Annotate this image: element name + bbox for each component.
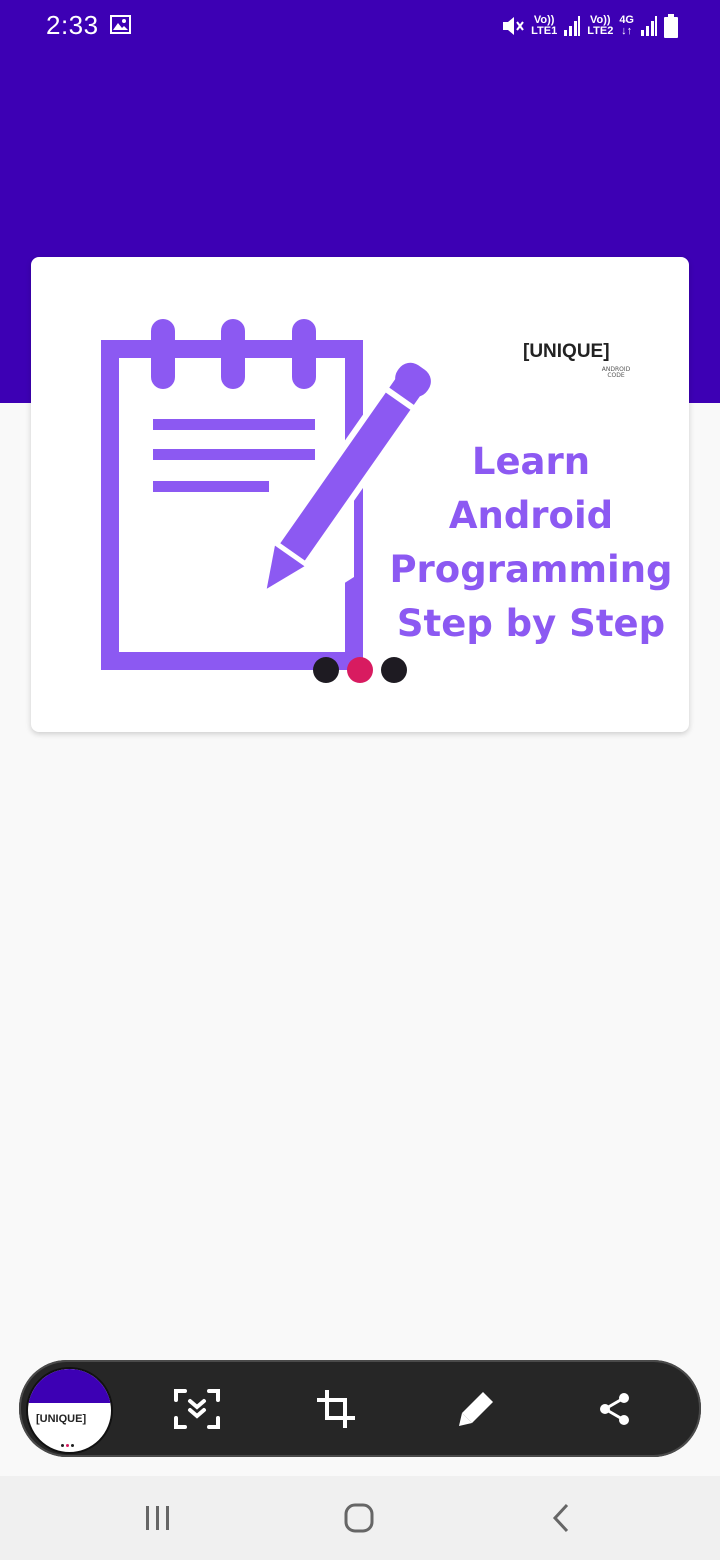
battery-icon xyxy=(664,14,678,38)
draw-button[interactable] xyxy=(451,1384,501,1434)
share-button[interactable] xyxy=(590,1384,640,1434)
brand-logo-subtitle: ANDROID CODE xyxy=(601,366,631,379)
screenshot-toolbar: [UNIQUE] xyxy=(19,1360,701,1457)
slide-dot-1[interactable] xyxy=(313,657,339,683)
crop-button[interactable] xyxy=(311,1384,361,1434)
sim2-label: Vo)) LTE2 xyxy=(587,14,614,37)
crop-icon xyxy=(317,1390,355,1428)
slide-dot-3[interactable] xyxy=(381,657,407,683)
status-icons: Vo)) LTE1 Vo)) LTE2 4G ↓↑ xyxy=(501,12,678,40)
brand-logo: [UNIQUE] ANDROID CODE xyxy=(523,337,647,383)
back-icon xyxy=(552,1503,569,1533)
network-label: 4G ↓↑ xyxy=(619,14,634,37)
headline-line-1: Learn xyxy=(471,440,591,483)
status-bar: 2:33 Vo)) LTE1 Vo)) LTE2 4G ↓↑ xyxy=(0,0,720,52)
headline-line-4: Step by Step xyxy=(396,602,666,645)
navigation-bar xyxy=(0,1476,720,1560)
pencil-icon xyxy=(459,1392,493,1426)
signal-icon xyxy=(641,16,657,36)
signal-icon xyxy=(564,16,581,36)
scroll-capture-icon xyxy=(174,1389,220,1429)
home-icon xyxy=(344,1503,374,1533)
recents-icon xyxy=(146,1506,169,1530)
home-button[interactable] xyxy=(334,1496,384,1540)
image-slider-card[interactable]: [UNIQUE] ANDROID CODE Learn Android Prog… xyxy=(31,257,689,732)
screenshot-thumbnail[interactable]: [UNIQUE] xyxy=(26,1367,113,1454)
sim1-label: Vo)) LTE1 xyxy=(531,14,558,37)
brand-logo-text: [UNIQUE] xyxy=(523,341,610,362)
back-button[interactable] xyxy=(536,1496,586,1540)
recents-button[interactable] xyxy=(133,1496,183,1540)
scroll-capture-button[interactable] xyxy=(172,1384,222,1434)
headline-line-2: Android xyxy=(448,494,614,537)
share-icon xyxy=(600,1393,629,1425)
slide-dot-2-active[interactable] xyxy=(347,657,373,683)
slide-indicator xyxy=(313,657,407,683)
slide-headline: Learn Android Programming Step by Step xyxy=(386,435,676,651)
mute-icon xyxy=(503,17,524,35)
headline-line-3: Programming xyxy=(389,548,673,591)
thumbnail-logo: [UNIQUE] xyxy=(36,1413,87,1425)
gallery-icon xyxy=(110,15,131,34)
status-time: 2:33 xyxy=(46,10,99,40)
